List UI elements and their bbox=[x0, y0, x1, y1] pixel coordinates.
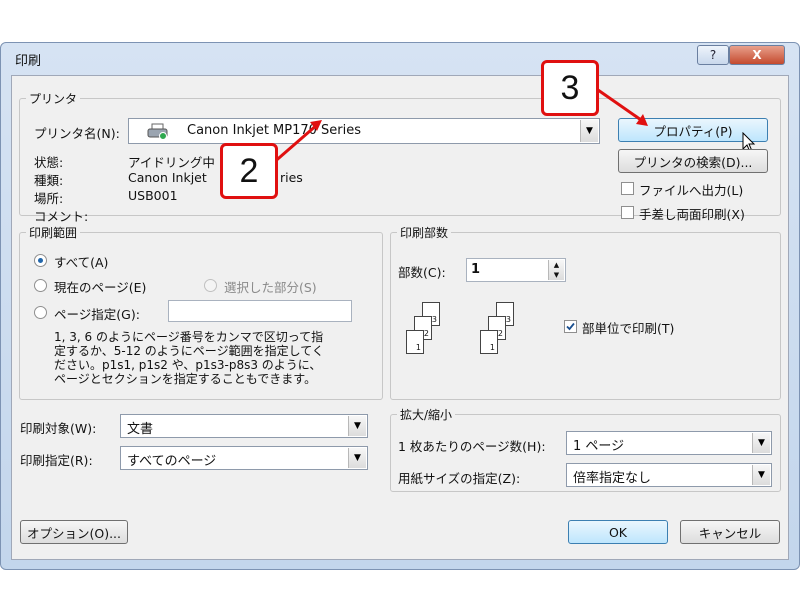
callout-2-number: 2 bbox=[239, 151, 259, 190]
scale-value: 倍率指定なし bbox=[573, 471, 652, 486]
location-label: 場所: bbox=[34, 191, 64, 206]
cancel-button[interactable]: キャンセル bbox=[680, 520, 780, 544]
title-bar: 印刷 ? X bbox=[1, 43, 799, 73]
copies-group-label: 印刷部数 bbox=[397, 224, 452, 241]
type-value-tail: ries bbox=[280, 170, 303, 185]
options-button[interactable]: オプション(O)... bbox=[20, 520, 128, 544]
copies-group: 印刷部数 bbox=[390, 224, 781, 400]
help-button[interactable]: ? bbox=[697, 45, 729, 65]
range-current-radio[interactable] bbox=[34, 279, 47, 292]
copies-count-value: 1 bbox=[471, 262, 481, 277]
collate-label: 部単位で印刷(T) bbox=[582, 321, 675, 336]
ok-button[interactable]: OK bbox=[568, 520, 668, 544]
copies-count-input[interactable]: 1 ▲ ▼ bbox=[466, 258, 566, 282]
zoom-group-label: 拡大/縮小 bbox=[397, 406, 456, 423]
window-title: 印刷 bbox=[15, 54, 42, 69]
callout-2: 2 bbox=[220, 143, 278, 199]
page-number: 2 bbox=[497, 329, 503, 338]
chevron-down-icon[interactable]: ▼ bbox=[348, 448, 366, 468]
page-range-description-2: 定するか、5-12 のようにページ範囲を指定してく bbox=[54, 344, 324, 358]
dialog-client-area: プリンタ プリンタ名(N): Canon Inkjet MP170 Series… bbox=[11, 75, 789, 560]
print-option-value: すべてのページ bbox=[127, 454, 217, 469]
print-what-value: 文書 bbox=[127, 422, 154, 437]
range-pages-radio[interactable] bbox=[34, 306, 47, 319]
status-label: 状態: bbox=[34, 155, 64, 170]
range-pages-label: ページ指定(G): bbox=[54, 307, 140, 322]
callout-2-pointer bbox=[271, 120, 322, 166]
chevron-down-icon[interactable]: ▼ bbox=[348, 416, 366, 436]
page-stack-1-p1: 1 bbox=[406, 330, 424, 354]
range-all-radio[interactable] bbox=[34, 254, 47, 267]
print-option-label: 印刷指定(R): bbox=[20, 453, 93, 468]
copies-count-label: 部数(C): bbox=[398, 265, 446, 280]
callout-3: 3 bbox=[541, 60, 599, 116]
page-range-description-1: 1, 3, 6 のようにページ番号をカンマで区切って指 bbox=[54, 330, 324, 344]
page-number: 3 bbox=[505, 315, 511, 324]
printer-group-label: プリンタ bbox=[26, 90, 81, 107]
scale-select[interactable]: 倍率指定なし ▼ bbox=[566, 463, 772, 487]
find-printer-button[interactable]: プリンタの検索(D)... bbox=[618, 149, 768, 173]
scale-label: 用紙サイズの指定(Z): bbox=[398, 471, 521, 486]
pages-per-sheet-label: 1 枚あたりのページ数(H): bbox=[398, 439, 546, 454]
type-value: Canon Inkjet bbox=[128, 170, 207, 185]
checkmark-icon bbox=[566, 322, 575, 331]
page-number: 3 bbox=[431, 315, 437, 324]
close-icon: X bbox=[752, 48, 762, 62]
page-range-input[interactable] bbox=[168, 300, 352, 322]
printer-name-label: プリンタ名(N): bbox=[34, 126, 120, 141]
spin-arrows-icon[interactable]: ▲ ▼ bbox=[548, 260, 564, 280]
status-value: アイドリング中 bbox=[128, 155, 215, 170]
print-what-label: 印刷対象(W): bbox=[20, 421, 97, 436]
page-stack-2-p1: 1 bbox=[480, 330, 498, 354]
properties-button-label: プロパティ(P) bbox=[653, 123, 733, 139]
printer-name-select[interactable]: Canon Inkjet MP170 Series ▼ bbox=[128, 118, 600, 144]
pages-per-sheet-value: 1 ページ bbox=[573, 439, 625, 454]
print-to-file-checkbox[interactable] bbox=[621, 182, 634, 195]
print-to-file-label: ファイルへ出力(L) bbox=[639, 183, 744, 198]
range-selection-radio[interactable] bbox=[204, 279, 217, 292]
chevron-down-icon[interactable]: ▼ bbox=[752, 433, 770, 453]
range-selection-label: 選択した部分(S) bbox=[224, 280, 317, 295]
manual-duplex-checkbox[interactable] bbox=[621, 206, 634, 219]
print-range-group-label: 印刷範囲 bbox=[26, 224, 81, 241]
find-printer-button-label: プリンタの検索(D)... bbox=[633, 154, 753, 170]
chevron-down-icon[interactable]: ▼ bbox=[752, 465, 770, 485]
page-number: 2 bbox=[423, 329, 429, 338]
range-all-label: すべて(A) bbox=[54, 255, 109, 270]
type-label: 種類: bbox=[34, 173, 64, 188]
page-range-description-4: ページとセクションを指定することもできます。 bbox=[54, 372, 317, 386]
page-number: 1 bbox=[489, 343, 495, 352]
comment-label: コメント: bbox=[34, 209, 89, 224]
print-what-select[interactable]: 文書 ▼ bbox=[120, 414, 368, 438]
collate-checkbox[interactable] bbox=[564, 320, 577, 333]
page-range-description-3: ださい。p1s1, p1s2 や、p1s3-p8s3 のように、 bbox=[54, 358, 322, 372]
print-option-select[interactable]: すべてのページ ▼ bbox=[120, 446, 368, 470]
pages-per-sheet-select[interactable]: 1 ページ ▼ bbox=[566, 431, 772, 455]
close-button[interactable]: X bbox=[729, 45, 785, 65]
manual-duplex-label: 手差し両面印刷(X) bbox=[639, 207, 745, 222]
printer-icon bbox=[147, 123, 168, 140]
ok-button-label: OK bbox=[608, 524, 628, 540]
print-dialog-window: 印刷 ? X プリンタ プリンタ名(N): Canon Inkjet MP170… bbox=[0, 42, 800, 570]
options-button-label: オプション(O)... bbox=[26, 525, 121, 541]
page-number: 1 bbox=[415, 343, 421, 352]
help-icon: ? bbox=[709, 48, 717, 62]
location-value: USB001 bbox=[128, 188, 178, 203]
callout-3-number: 3 bbox=[560, 68, 580, 107]
cancel-button-label: キャンセル bbox=[698, 525, 762, 541]
range-current-label: 現在のページ(E) bbox=[54, 280, 147, 295]
callout-3-pointer bbox=[597, 88, 648, 126]
